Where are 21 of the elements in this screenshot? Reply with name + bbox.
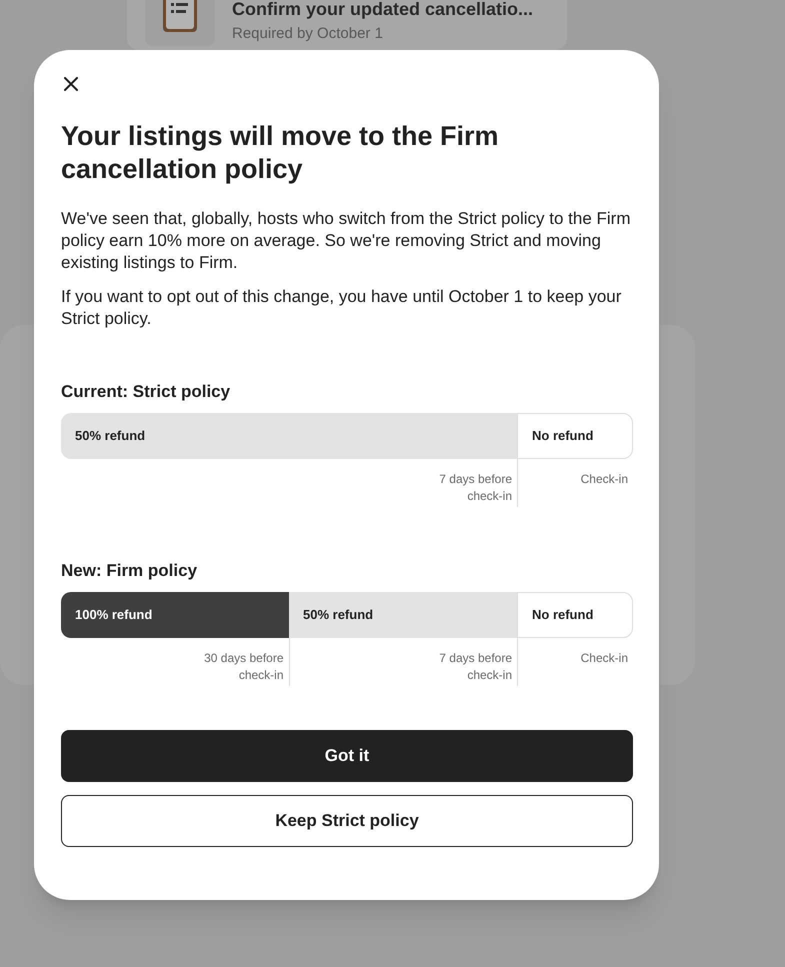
timeline-label: Check-in <box>580 650 628 667</box>
refund-segment: 50% refund <box>61 413 517 459</box>
timeline-label: 7 days before check-in <box>438 650 512 684</box>
policy-heading: Current: Strict policy <box>61 382 232 402</box>
dialog-title: Your listings will move to the Firm cancellation policy <box>61 120 500 186</box>
card-title: Confirm your updated cancellatio... <box>232 0 534 18</box>
refund-segment: 50% refund <box>289 592 517 638</box>
refund-segment: No refund <box>517 592 633 638</box>
refund-segment: 100% refund <box>61 592 289 638</box>
keep-policy-button[interactable]: Keep Strict policy <box>61 795 633 847</box>
policy-heading: New: Firm policy <box>61 561 198 581</box>
close-button[interactable] <box>61 74 81 94</box>
body-paragraph: If you want to opt out of this change, you have until October 1 to keep your Strict policy. <box>61 286 622 330</box>
clipboard-icon <box>145 0 215 46</box>
refund-segment: No refund <box>517 413 633 459</box>
card-subtitle: Required by October 1 <box>232 24 384 44</box>
timeline-label: 7 days before check-in <box>438 471 512 505</box>
body-paragraph: We've seen that, globally, hosts who switch from the Strict policy to the Firm policy earn 10% more on average. So we're removing Strict and moving existing listings to Firm. <box>61 208 632 274</box>
timeline-label: Check-in <box>580 471 628 488</box>
confirm-button[interactable]: Got it <box>61 730 633 782</box>
timeline-label: 30 days before check-in <box>203 650 284 684</box>
